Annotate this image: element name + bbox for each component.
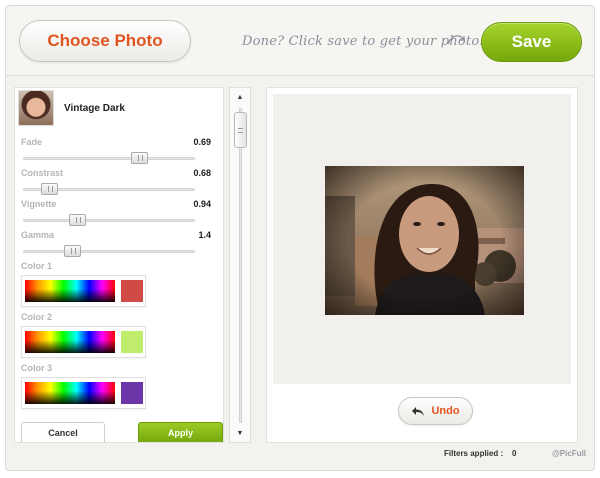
photo-canvas xyxy=(273,94,571,384)
undo-label: Undo xyxy=(431,405,460,417)
gamma-slider-handle[interactable] xyxy=(64,245,81,257)
filter-name: Vintage Dark xyxy=(64,103,125,114)
fade-slider[interactable] xyxy=(23,152,195,164)
color-2-picker xyxy=(21,326,146,358)
undo-arrow-icon xyxy=(412,406,425,416)
vignette-slider[interactable] xyxy=(23,214,195,226)
color-3-spectrum[interactable] xyxy=(25,382,115,404)
cancel-button[interactable]: Cancel xyxy=(21,422,105,442)
contrast-value: 0.68 xyxy=(193,168,211,178)
color-1-swatch[interactable] xyxy=(121,280,143,302)
curved-arrow-icon xyxy=(447,35,465,45)
color-2-label: Color 2 xyxy=(21,312,53,322)
filter-thumbnail xyxy=(18,90,54,126)
color-3-picker xyxy=(21,377,146,409)
save-button[interactable]: Save xyxy=(481,22,582,62)
preview-panel: Undo xyxy=(266,87,578,443)
vignette-label: Vignette xyxy=(21,199,57,209)
header-toolbar: Choose Photo Done? Click save to get you… xyxy=(6,6,594,76)
color-1-picker xyxy=(21,275,146,307)
contrast-slider[interactable] xyxy=(23,183,195,195)
apply-button[interactable]: Apply xyxy=(138,422,223,442)
color-2-swatch[interactable] xyxy=(121,331,143,353)
triangle-up-icon[interactable]: ▲ xyxy=(230,90,250,104)
color-2-spectrum[interactable] xyxy=(25,331,115,353)
panel-scrollbar[interactable]: ▲ ▼ xyxy=(229,87,251,443)
color-1-spectrum[interactable] xyxy=(25,280,115,302)
contrast-slider-handle[interactable] xyxy=(41,183,58,195)
gamma-label: Gamma xyxy=(21,230,55,240)
vignette-slider-handle[interactable] xyxy=(69,214,86,226)
gamma-value: 1.4 xyxy=(198,230,211,240)
credit-text: @PicFull xyxy=(552,449,587,458)
fade-slider-handle[interactable] xyxy=(131,152,148,164)
filter-settings-panel: Vintage Dark Fade 0.69 Constrast 0.68 Vi… xyxy=(14,87,224,443)
vignette-value: 0.94 xyxy=(193,199,211,209)
triangle-down-icon[interactable]: ▼ xyxy=(230,426,250,440)
filters-applied-label: Filters applied : xyxy=(444,449,504,458)
edited-photo xyxy=(325,166,524,315)
choose-photo-button[interactable]: Choose Photo xyxy=(19,20,191,62)
undo-button[interactable]: Undo xyxy=(398,397,473,425)
fade-label: Fade xyxy=(21,137,43,147)
scroll-thumb[interactable] xyxy=(234,112,247,148)
color-3-label: Color 3 xyxy=(21,363,53,373)
filters-applied-count: 0 xyxy=(512,449,517,458)
scroll-track[interactable] xyxy=(239,108,242,423)
color-1-label: Color 1 xyxy=(21,261,53,271)
contrast-label: Constrast xyxy=(21,168,64,178)
gamma-slider[interactable] xyxy=(23,245,195,257)
filter-header: Vintage Dark xyxy=(18,90,218,128)
color-3-swatch[interactable] xyxy=(121,382,143,404)
fade-value: 0.69 xyxy=(193,137,211,147)
